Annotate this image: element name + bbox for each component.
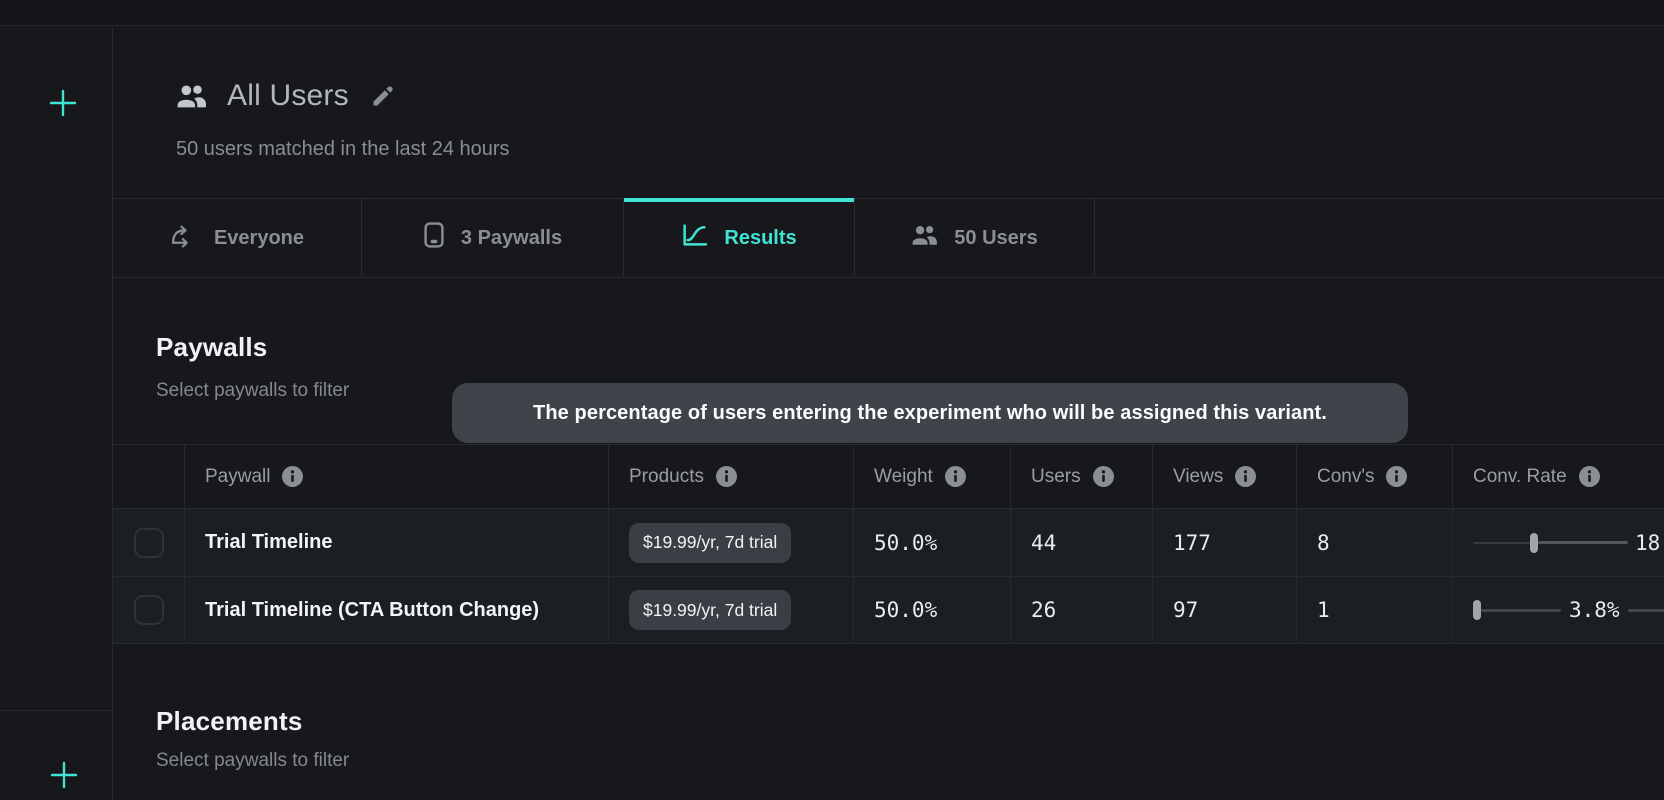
views-cell: 177 bbox=[1153, 509, 1297, 576]
product-chip: $19.99/yr, 7d trial bbox=[629, 590, 791, 630]
convs-value: 1 bbox=[1317, 598, 1330, 622]
header-conv-rate: Conv. Rate bbox=[1453, 445, 1664, 508]
views-value: 177 bbox=[1173, 531, 1211, 555]
header-views: Views bbox=[1153, 445, 1297, 508]
users-icon bbox=[176, 83, 207, 110]
placements-section-subtitle: Select paywalls to filter bbox=[156, 750, 349, 772]
conv-rate-cell: 18 bbox=[1453, 509, 1664, 576]
chart-curve-icon bbox=[681, 223, 708, 254]
tab-label: 3 Paywalls bbox=[461, 227, 562, 250]
product-chip: $19.99/yr, 7d trial bbox=[629, 523, 791, 563]
column-label: Products bbox=[629, 466, 704, 488]
column-label: Weight bbox=[874, 466, 933, 488]
placements-section-title: Placements bbox=[156, 706, 303, 737]
left-rail bbox=[0, 27, 113, 800]
tab-everyone[interactable]: Everyone bbox=[113, 199, 362, 277]
info-icon[interactable] bbox=[282, 466, 303, 487]
header-select-column bbox=[113, 445, 185, 508]
tab-users[interactable]: 50 Users bbox=[855, 199, 1095, 277]
audience-header: All Users bbox=[176, 76, 394, 116]
header-convs: Conv's bbox=[1297, 445, 1453, 508]
slider-thumb[interactable] bbox=[1473, 600, 1481, 620]
products-cell: $19.99/yr, 7d trial bbox=[609, 509, 854, 576]
add-audience-button[interactable] bbox=[48, 88, 78, 118]
tab-label: 50 Users bbox=[954, 227, 1037, 250]
users-value: 26 bbox=[1031, 598, 1056, 622]
info-icon[interactable] bbox=[945, 466, 966, 487]
table-row: Trial Timeline $19.99/yr, 7d trial 50.0%… bbox=[113, 509, 1664, 577]
convs-value: 8 bbox=[1317, 531, 1330, 555]
products-cell: $19.99/yr, 7d trial bbox=[609, 577, 854, 643]
conv-rate-cell: 3.8% bbox=[1453, 577, 1664, 643]
header-paywall: Paywall bbox=[185, 445, 609, 508]
add-audience-button-bottom[interactable] bbox=[49, 760, 79, 790]
experiment-dashboard: All Users 50 users matched in the last 2… bbox=[0, 0, 1664, 800]
column-label: Paywall bbox=[205, 466, 270, 488]
info-icon[interactable] bbox=[1235, 466, 1256, 487]
paywalls-section-subtitle: Select paywalls to filter bbox=[156, 380, 349, 402]
info-icon[interactable] bbox=[1386, 466, 1407, 487]
paywall-name: Trial Timeline bbox=[205, 531, 332, 554]
weight-cell: 50.0% bbox=[854, 509, 1011, 576]
audience-subtitle: 50 users matched in the last 24 hours bbox=[176, 138, 510, 161]
convs-cell: 1 bbox=[1297, 577, 1453, 643]
views-value: 97 bbox=[1173, 598, 1198, 622]
column-label: Conv's bbox=[1317, 466, 1374, 488]
slider-track bbox=[1481, 609, 1561, 612]
tab-results[interactable]: Results bbox=[624, 199, 855, 277]
convs-cell: 8 bbox=[1297, 509, 1453, 576]
plus-icon bbox=[49, 760, 79, 790]
row-select-cell bbox=[113, 577, 185, 643]
table-row: Trial Timeline (CTA Button Change) $19.9… bbox=[113, 577, 1664, 644]
info-icon[interactable] bbox=[1093, 466, 1114, 487]
slider-track bbox=[1473, 542, 1530, 544]
users-cell: 44 bbox=[1011, 509, 1153, 576]
conv-rate-value: 3.8% bbox=[1569, 598, 1620, 622]
tabs-bar: Everyone 3 Paywalls Results bbox=[113, 198, 1664, 278]
paywalls-section-title: Paywalls bbox=[156, 332, 267, 363]
rail-divider bbox=[0, 710, 112, 711]
table-header-row: Paywall Products Weight Users Views Conv… bbox=[113, 445, 1664, 509]
views-cell: 97 bbox=[1153, 577, 1297, 643]
plus-icon bbox=[48, 88, 78, 118]
tab-label: Results bbox=[724, 227, 796, 250]
row-checkbox[interactable] bbox=[134, 528, 164, 558]
paywall-cell: Trial Timeline (CTA Button Change) bbox=[185, 577, 609, 643]
split-arrow-icon bbox=[170, 223, 198, 254]
slider-track bbox=[1628, 609, 1664, 612]
users-icon bbox=[911, 224, 938, 253]
column-label: Conv. Rate bbox=[1473, 466, 1567, 488]
row-checkbox[interactable] bbox=[134, 595, 164, 625]
column-label: Views bbox=[1173, 466, 1223, 488]
edit-pencil-icon[interactable] bbox=[371, 85, 394, 108]
slider-thumb[interactable] bbox=[1530, 533, 1538, 553]
row-select-cell bbox=[113, 509, 185, 576]
weight-tooltip: The percentage of users entering the exp… bbox=[452, 383, 1408, 443]
weight-cell: 50.0% bbox=[854, 577, 1011, 643]
paywalls-table: Paywall Products Weight Users Views Conv… bbox=[113, 444, 1664, 644]
conv-rate-value: 18 bbox=[1635, 531, 1660, 555]
users-value: 44 bbox=[1031, 531, 1056, 555]
weight-value: 50.0% bbox=[874, 531, 937, 555]
paywall-cell: Trial Timeline bbox=[185, 509, 609, 576]
header-weight: Weight bbox=[854, 445, 1011, 508]
paywall-name: Trial Timeline (CTA Button Change) bbox=[205, 599, 539, 622]
users-cell: 26 bbox=[1011, 577, 1153, 643]
slider-track bbox=[1538, 541, 1628, 544]
tab-paywalls[interactable]: 3 Paywalls bbox=[362, 199, 624, 277]
column-label: Users bbox=[1031, 466, 1081, 488]
phone-icon bbox=[423, 221, 445, 255]
info-icon[interactable] bbox=[716, 466, 737, 487]
header-users: Users bbox=[1011, 445, 1153, 508]
tab-label: Everyone bbox=[214, 227, 304, 250]
audience-title: All Users bbox=[227, 79, 349, 113]
header-products: Products bbox=[609, 445, 854, 508]
info-icon[interactable] bbox=[1579, 466, 1600, 487]
top-bar bbox=[0, 0, 1664, 26]
weight-value: 50.0% bbox=[874, 598, 937, 622]
